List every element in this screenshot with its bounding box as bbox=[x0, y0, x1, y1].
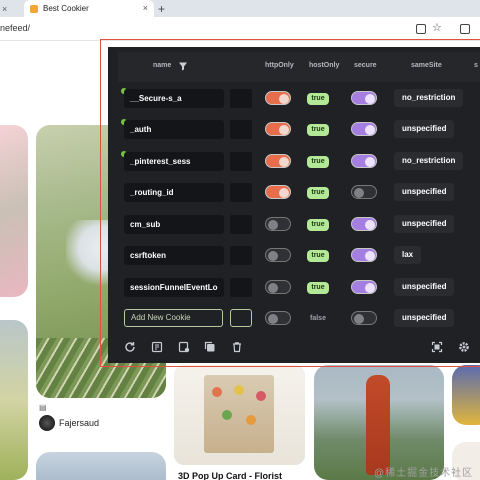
hostonly-badge[interactable]: true bbox=[307, 282, 329, 294]
add-cookie-name-input[interactable]: Add New Cookie bbox=[124, 309, 223, 327]
card-user[interactable]: Fajersaud bbox=[39, 415, 99, 431]
secure-toggle[interactable] bbox=[351, 248, 377, 262]
httponly-toggle[interactable] bbox=[265, 91, 291, 105]
hostonly-badge[interactable]: true bbox=[307, 156, 329, 168]
httponly-toggle[interactable] bbox=[265, 122, 291, 136]
cookie-value-field[interactable] bbox=[230, 278, 252, 297]
new-secure-toggle[interactable] bbox=[351, 311, 377, 325]
cookie-name-field[interactable]: csrftoken bbox=[124, 246, 224, 265]
feed-card-bottom[interactable] bbox=[36, 452, 166, 480]
export-icon[interactable] bbox=[178, 341, 190, 353]
cookie-name-field[interactable]: sessionFunnelEventLo bbox=[124, 278, 224, 297]
url-text[interactable]: nefeed/ bbox=[0, 23, 30, 33]
httponly-toggle[interactable] bbox=[265, 185, 291, 199]
browser-tab-previous[interactable]: × bbox=[0, 0, 20, 17]
cookie-name-field[interactable]: _routing_id bbox=[124, 183, 224, 202]
cookie-name-field[interactable]: _pinterest_sess bbox=[124, 152, 224, 171]
card-meta-icon: ▤ bbox=[39, 403, 47, 412]
feed-card-right[interactable] bbox=[452, 365, 480, 425]
hostonly-badge[interactable]: true bbox=[307, 124, 329, 136]
secure-toggle[interactable] bbox=[351, 91, 377, 105]
new-tab-button[interactable]: + bbox=[158, 2, 165, 16]
refresh-icon[interactable] bbox=[124, 341, 136, 353]
copy-icon[interactable] bbox=[204, 341, 216, 353]
card-image-person bbox=[366, 375, 390, 475]
extension-icon[interactable] bbox=[416, 24, 426, 34]
secure-toggle[interactable] bbox=[351, 122, 377, 136]
secure-toggle[interactable] bbox=[351, 154, 377, 168]
samesite-select[interactable]: lax bbox=[394, 246, 422, 264]
cookie-value-field[interactable] bbox=[230, 89, 252, 108]
new-httponly-toggle[interactable] bbox=[265, 311, 291, 325]
samesite-select[interactable]: unspecified bbox=[394, 120, 455, 138]
column-header-secure[interactable]: secure bbox=[354, 62, 377, 69]
favicon-icon bbox=[30, 4, 38, 13]
browser-tab-bar: × Best Cookier × + bbox=[0, 0, 480, 17]
avatar[interactable] bbox=[39, 415, 55, 431]
cookie-value-field[interactable] bbox=[230, 183, 252, 202]
cookie-value-field[interactable] bbox=[230, 152, 252, 171]
new-hostonly-value[interactable]: false bbox=[307, 313, 329, 325]
column-header-name[interactable]: name bbox=[153, 62, 171, 69]
secure-toggle[interactable] bbox=[351, 217, 377, 231]
cookie-editor-popup: name httpOnly hostOnly secure sameSite s… bbox=[108, 47, 480, 363]
hostonly-badge[interactable]: true bbox=[307, 250, 329, 262]
flower-shape bbox=[222, 410, 232, 420]
samesite-select[interactable]: unspecified bbox=[394, 215, 455, 233]
import-icon[interactable] bbox=[151, 341, 163, 353]
cookie-name-field[interactable]: _auth bbox=[124, 120, 224, 139]
feed-card-photo[interactable] bbox=[314, 365, 444, 480]
add-cookie-value-input[interactable] bbox=[230, 309, 252, 327]
secure-toggle[interactable] bbox=[351, 280, 377, 294]
secure-toggle[interactable] bbox=[351, 185, 377, 199]
browser-tab-active[interactable]: Best Cookier × bbox=[24, 0, 154, 17]
flower-shape bbox=[256, 391, 266, 401]
tab-close-icon[interactable]: × bbox=[2, 4, 7, 14]
samesite-select[interactable]: no_restriction bbox=[394, 152, 464, 170]
flower-shape bbox=[246, 415, 256, 425]
httponly-toggle[interactable] bbox=[265, 217, 291, 231]
samesite-select[interactable]: unspecified bbox=[394, 183, 455, 201]
fullscreen-icon[interactable] bbox=[431, 341, 443, 353]
tab-close-icon[interactable]: × bbox=[143, 3, 148, 13]
column-header-samesite[interactable]: sameSite bbox=[411, 62, 442, 69]
delete-icon[interactable] bbox=[231, 341, 243, 353]
column-header-httponly[interactable]: httpOnly bbox=[265, 62, 294, 69]
side-panel-icon[interactable] bbox=[460, 24, 470, 34]
flower-shape bbox=[212, 387, 222, 397]
watermark: @稀土掘金技术社区 bbox=[374, 468, 474, 479]
cookie-value-field[interactable] bbox=[230, 120, 252, 139]
username[interactable]: Fajersaud bbox=[59, 418, 99, 428]
column-header-extra[interactable]: s bbox=[474, 62, 478, 69]
bookmark-star-icon[interactable]: ☆ bbox=[432, 22, 442, 34]
hostonly-badge[interactable]: true bbox=[307, 219, 329, 231]
filter-icon[interactable] bbox=[178, 61, 188, 71]
feed-card-left-top[interactable] bbox=[0, 125, 28, 297]
samesite-select[interactable]: no_restriction bbox=[394, 89, 464, 107]
feed-card-florist[interactable] bbox=[174, 365, 305, 465]
column-header-hostonly[interactable]: hostOnly bbox=[309, 62, 339, 69]
address-bar: nefeed/ ☆ bbox=[0, 17, 480, 41]
settings-icon[interactable] bbox=[458, 341, 470, 353]
cookie-value-field[interactable] bbox=[230, 215, 252, 234]
cookie-name-field[interactable]: __Secure-s_a bbox=[124, 89, 224, 108]
hostonly-badge[interactable]: true bbox=[307, 187, 329, 199]
samesite-select[interactable]: unspecified bbox=[394, 278, 455, 296]
feed-card-left-bottom[interactable] bbox=[0, 320, 28, 480]
tab-title: Best Cookier bbox=[43, 4, 89, 13]
httponly-toggle[interactable] bbox=[265, 248, 291, 262]
cookie-value-field[interactable] bbox=[230, 246, 252, 265]
card-title[interactable]: 3D Pop Up Card - Florist bbox=[178, 471, 282, 480]
httponly-toggle[interactable] bbox=[265, 280, 291, 294]
flower-shape bbox=[234, 385, 244, 395]
httponly-toggle[interactable] bbox=[265, 154, 291, 168]
new-samesite-select[interactable]: unspecified bbox=[394, 309, 455, 327]
cookie-name-field[interactable]: cm_sub bbox=[124, 215, 224, 234]
hostonly-badge[interactable]: true bbox=[307, 93, 329, 105]
